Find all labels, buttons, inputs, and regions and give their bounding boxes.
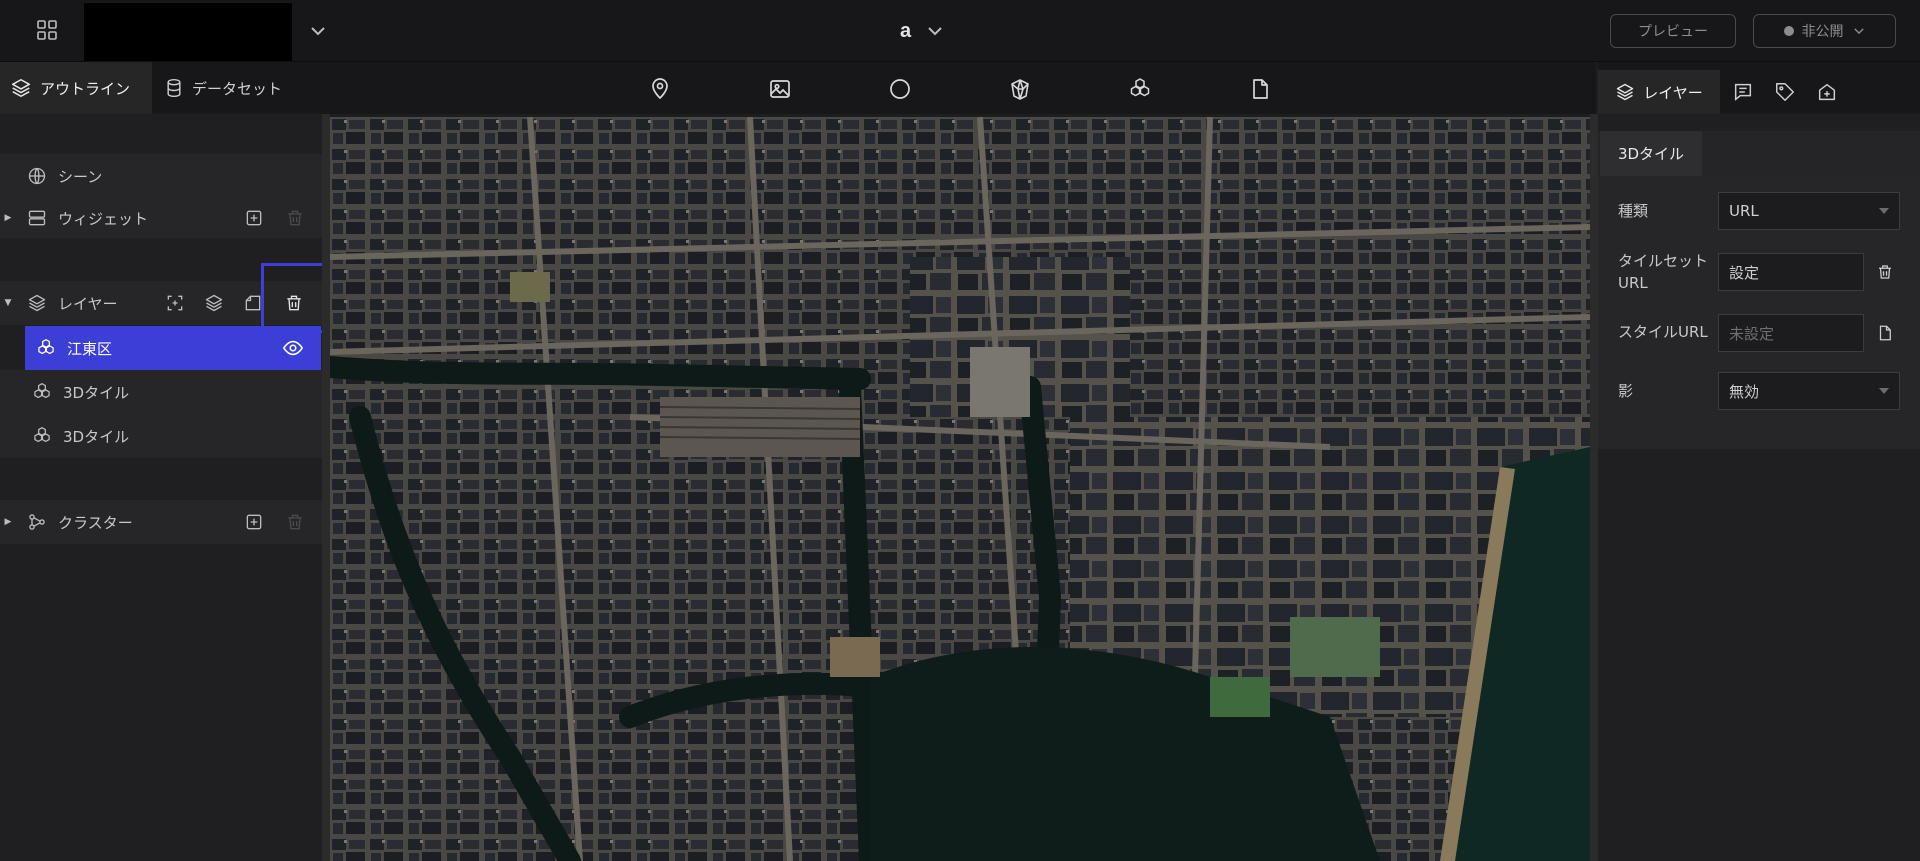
marker-tool-button[interactable] [644, 73, 676, 105]
infobox-icon [1732, 81, 1754, 103]
project-thumbnail[interactable] [84, 3, 292, 61]
panel-divider[interactable] [322, 114, 330, 861]
chevron-down-icon [308, 21, 328, 41]
tileset-url-label-line1: タイルセット [1618, 252, 1709, 270]
style-url-field[interactable]: 未設定 [1718, 314, 1864, 352]
subtab-3d-tiles[interactable]: 3Dタイル [1600, 131, 1702, 176]
type-value: URL [1729, 202, 1759, 220]
preview-button[interactable]: プレビュー [1610, 14, 1736, 48]
tab-export[interactable] [1808, 70, 1846, 114]
right-panel-tabs: レイヤー [1598, 62, 1920, 114]
3d-tiles-icon [1128, 77, 1152, 101]
cluster-icon [24, 509, 50, 535]
tab-infobox[interactable] [1724, 70, 1762, 114]
scene-label: シーン [58, 167, 103, 186]
open-style-file-button[interactable] [1872, 320, 1898, 346]
file-icon [1876, 324, 1894, 342]
layer-item[interactable]: 3Dタイル [0, 414, 322, 458]
outline-panel: シーン ▶ ウィジェット ▼ レイヤー 江東区 3Dタイル 3Dタイル ▶ クラ… [0, 114, 322, 861]
file-icon [1248, 77, 1272, 101]
widget-group[interactable]: ▶ ウィジェット [0, 198, 322, 238]
layer-item-label: 3Dタイル [63, 427, 130, 446]
delete-widget-button[interactable] [282, 205, 308, 231]
tag-icon [1774, 81, 1796, 103]
subtab-3d-tiles-label: 3Dタイル [1617, 145, 1685, 163]
3d-tiles-icon [29, 423, 55, 449]
database-icon [164, 78, 184, 98]
caret-down-icon: ▼ [4, 298, 12, 308]
scene-title-dropdown[interactable]: a [900, 10, 945, 52]
tab-layer[interactable]: レイヤー [1598, 70, 1720, 114]
layers-label: レイヤー [58, 294, 118, 313]
focus-layer-button[interactable] [162, 290, 188, 316]
shadow-label: 影 [1618, 382, 1634, 400]
tab-dataset-label: データセット [192, 79, 283, 98]
tileset-url-label-line2: URL [1618, 274, 1648, 292]
widget-icon [24, 205, 50, 231]
add-layer-group-button[interactable] [201, 290, 227, 316]
globe-icon [24, 163, 50, 189]
layer-item-label: 3Dタイル [63, 383, 130, 402]
publish-status-label: 非公開 [1801, 24, 1844, 40]
grid-icon [35, 18, 59, 42]
file-tool-button[interactable] [1244, 73, 1276, 105]
style-url-label: スタイルURL [1618, 323, 1708, 341]
apps-grid-button[interactable] [14, 3, 80, 57]
chevron-down-icon [1852, 24, 1866, 38]
tileset-url-label: タイルセット URL [1618, 250, 1708, 294]
3d-tiles-icon [33, 335, 59, 361]
tab-dataset[interactable]: データセット [154, 62, 304, 114]
marker-icon [648, 77, 672, 101]
cluster-group[interactable]: ▶ クラスター [0, 500, 322, 544]
clear-tileset-url-button[interactable] [1872, 259, 1898, 285]
add-widget-button[interactable] [241, 205, 267, 231]
3d-tiles-tool-button[interactable] [1124, 73, 1156, 105]
left-panel-tabs: アウトライン データセット [0, 62, 330, 114]
map-viewport[interactable] [330, 117, 1590, 861]
caret-down-icon [1879, 208, 1889, 214]
scene-item[interactable]: シーン [0, 154, 322, 198]
layers-icon [24, 290, 50, 316]
type-select[interactable]: URL [1718, 192, 1900, 230]
map-toolbar [330, 62, 1596, 114]
caret-down-icon [1879, 388, 1889, 394]
project-menu-button[interactable] [298, 16, 338, 46]
polygon-tool-button[interactable] [1004, 73, 1036, 105]
shadow-select[interactable]: 無効 [1718, 372, 1900, 410]
delete-cluster-button[interactable] [282, 509, 308, 535]
layer-item-label: 江東区 [67, 339, 113, 358]
tab-outline[interactable]: アウトライン [0, 62, 152, 114]
eye-icon[interactable] [280, 335, 306, 361]
style-url-placeholder: 未設定 [1729, 324, 1775, 343]
caret-right-icon: ▶ [4, 517, 12, 527]
widget-label: ウィジェット [58, 209, 149, 228]
tab-outline-label: アウトライン [40, 79, 131, 98]
circle-tool-button[interactable] [884, 73, 916, 105]
layers-icon [1615, 82, 1635, 102]
image-icon [768, 77, 792, 101]
layers-icon [10, 77, 32, 99]
status-dot-icon [1783, 26, 1794, 36]
panel-divider[interactable] [1590, 114, 1598, 861]
scene-title: a [900, 19, 912, 42]
circle-icon [888, 77, 912, 101]
tab-layer-label: レイヤー [1643, 83, 1703, 102]
tileset-url-field[interactable]: 設定 [1718, 253, 1864, 291]
chevron-down-icon [925, 21, 945, 41]
export-icon [1816, 81, 1838, 103]
caret-right-icon: ▶ [4, 213, 12, 223]
3d-tiles-icon [29, 379, 55, 405]
shadow-value: 無効 [1729, 382, 1760, 401]
tileset-url-value: 設定 [1729, 263, 1760, 282]
tab-tag[interactable] [1766, 70, 1804, 114]
publish-status-button[interactable]: 非公開 [1753, 14, 1896, 48]
image-tool-button[interactable] [764, 73, 796, 105]
preview-label: プレビュー [1638, 24, 1708, 40]
add-cluster-button[interactable] [241, 509, 267, 535]
layer-item[interactable]: 3Dタイル [0, 370, 322, 414]
type-label: 種類 [1618, 202, 1649, 220]
polygon-icon [1008, 77, 1032, 101]
cluster-label: クラスター [58, 513, 133, 532]
